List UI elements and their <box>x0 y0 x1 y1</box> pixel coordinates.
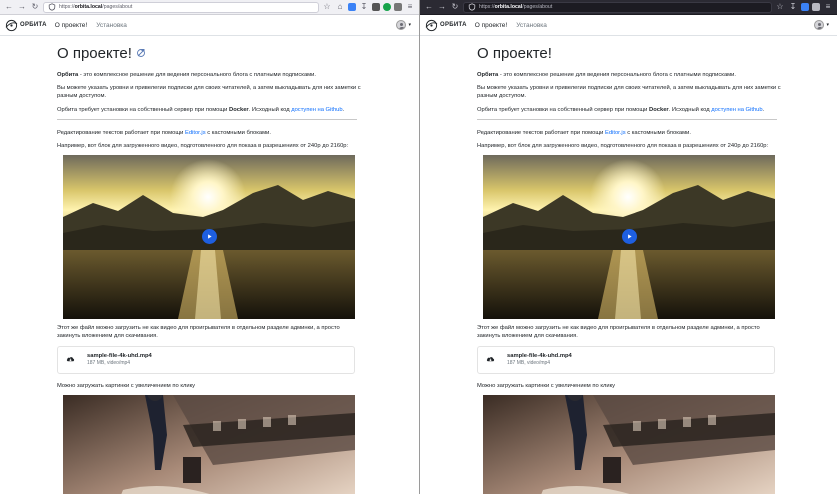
file-name: sample-file-4k-uhd.mp4 <box>87 353 152 360</box>
shield-icon <box>468 3 476 11</box>
avatar <box>814 20 825 30</box>
extension-icon[interactable] <box>394 3 402 11</box>
intro-paragraph: Орбита - это комплексное решение для вед… <box>477 72 737 78</box>
file-meta: 187 MB, video/mp4 <box>87 360 131 367</box>
extension-icon[interactable] <box>348 3 356 11</box>
nav-link-install[interactable]: Установка <box>516 22 547 29</box>
browser-window-left: ← → ↻ https://orbita.local/pages/about ☆… <box>0 0 419 494</box>
docker-paragraph: Орбита требует установки на собственный … <box>477 106 765 113</box>
train-photo <box>483 394 775 494</box>
divider <box>477 118 777 120</box>
video-intro-paragraph: Например, вот блок для загруженного виде… <box>57 143 349 150</box>
star-icon[interactable]: ☆ <box>322 2 332 12</box>
page-title: О проекте! <box>477 44 552 62</box>
cloud-download-icon <box>66 357 75 362</box>
file-attachment[interactable]: sample-file-4k-uhd.mp4 187 MB, video/mp4 <box>477 345 775 374</box>
page-content: О проекте! Орбита - это комплексное реше… <box>0 36 362 494</box>
video-intro-paragraph: Например, вот блок для загруженного виде… <box>477 143 769 150</box>
extension-icon[interactable] <box>372 3 380 11</box>
reload-icon[interactable]: ↻ <box>450 2 460 12</box>
play-icon <box>208 234 212 239</box>
star-icon[interactable]: ☆ <box>775 2 785 12</box>
menu-icon[interactable]: ≡ <box>405 2 415 12</box>
user-menu[interactable]: ▾ <box>814 20 829 30</box>
file-meta: 187 MB, video/mp4 <box>507 360 551 367</box>
forward-arrow-icon[interactable]: → <box>17 2 27 12</box>
shield-icon <box>48 3 56 11</box>
github-link[interactable]: доступен на Github <box>711 107 762 113</box>
home-icon[interactable]: ⌂ <box>335 2 345 12</box>
levels-paragraph: Вы можете указать уровни и привелегии по… <box>57 85 361 100</box>
user-menu[interactable]: ▾ <box>396 20 411 30</box>
extension-icon[interactable] <box>383 3 391 11</box>
chevron-down-icon: ▾ <box>408 22 411 28</box>
github-link[interactable]: доступен на Github <box>291 107 342 113</box>
nav-link-about[interactable]: О проекте! <box>55 22 87 29</box>
divider <box>57 118 357 120</box>
site-logo[interactable]: ОРБИТА <box>5 19 47 32</box>
editor-paragraph: Редактирование текстов работает при помо… <box>57 129 271 136</box>
editorjs-link[interactable]: Editor.js <box>185 130 206 136</box>
extension-icon[interactable] <box>812 3 820 11</box>
play-icon <box>628 234 632 239</box>
intro-paragraph: Орбита - это комплексное решение для вед… <box>57 72 317 78</box>
site-navbar: ОРБИТА О проекте! Установка ▾ <box>420 15 837 36</box>
train-photo <box>63 394 355 494</box>
editor-paragraph: Редактирование текстов работает при помо… <box>477 129 691 136</box>
cloud-download-icon <box>486 357 495 362</box>
page-title: О проекте! <box>57 44 362 62</box>
video-player[interactable] <box>483 155 775 320</box>
download-icon[interactable]: ↧ <box>359 2 369 12</box>
site-logo[interactable]: ОРБИТА <box>425 19 467 32</box>
extension-icon[interactable] <box>801 3 809 11</box>
reload-icon[interactable]: ↻ <box>30 2 40 12</box>
page-content: О проекте! Орбита - это комплексное реше… <box>420 36 782 494</box>
file-intro-paragraph: Этот же файл можно загрузить не как виде… <box>477 325 760 340</box>
zoomable-image[interactable] <box>63 394 355 494</box>
back-arrow-icon[interactable]: ← <box>424 2 434 12</box>
site-navbar: ОРБИТА О проекте! Установка ▾ <box>0 15 419 36</box>
browser-toolbar: ← → ↻ https://orbita.local/pages/about ☆… <box>0 0 419 15</box>
browser-toolbar: ← → ↻ https://orbita.local/pages/about ☆… <box>420 0 837 15</box>
menu-icon[interactable]: ≡ <box>823 2 833 12</box>
url-bar[interactable]: https://orbita.local/pages/about <box>463 1 772 13</box>
url-bar[interactable]: https://orbita.local/pages/about <box>43 1 319 13</box>
orbit-logo-icon <box>5 19 18 31</box>
browser-window-right: ← → ↻ https://orbita.local/pages/about ☆… <box>419 0 837 494</box>
levels-paragraph: Вы можете указать уровни и привелегии по… <box>477 85 781 100</box>
file-intro-paragraph: Этот же файл можно загрузить не как виде… <box>57 325 340 340</box>
download-icon[interactable]: ↧ <box>788 2 798 12</box>
satellite-icon <box>136 49 145 57</box>
editorjs-link[interactable]: Editor.js <box>605 130 626 136</box>
images-intro-paragraph: Можно загружать картинки с увеличением п… <box>57 382 196 389</box>
orbit-logo-icon <box>425 19 438 31</box>
file-name: sample-file-4k-uhd.mp4 <box>507 353 572 360</box>
file-attachment[interactable]: sample-file-4k-uhd.mp4 187 MB, video/mp4 <box>57 345 355 374</box>
nav-link-install[interactable]: Установка <box>96 22 127 29</box>
forward-arrow-icon[interactable]: → <box>437 2 447 12</box>
images-intro-paragraph: Можно загружать картинки с увеличением п… <box>477 382 616 389</box>
avatar <box>396 20 407 30</box>
nav-link-about[interactable]: О проекте! <box>475 22 507 29</box>
video-player[interactable] <box>63 155 355 320</box>
zoomable-image[interactable] <box>483 394 775 494</box>
back-arrow-icon[interactable]: ← <box>4 2 14 12</box>
docker-paragraph: Орбита требует установки на собственный … <box>57 106 345 113</box>
chevron-down-icon: ▾ <box>826 22 829 28</box>
